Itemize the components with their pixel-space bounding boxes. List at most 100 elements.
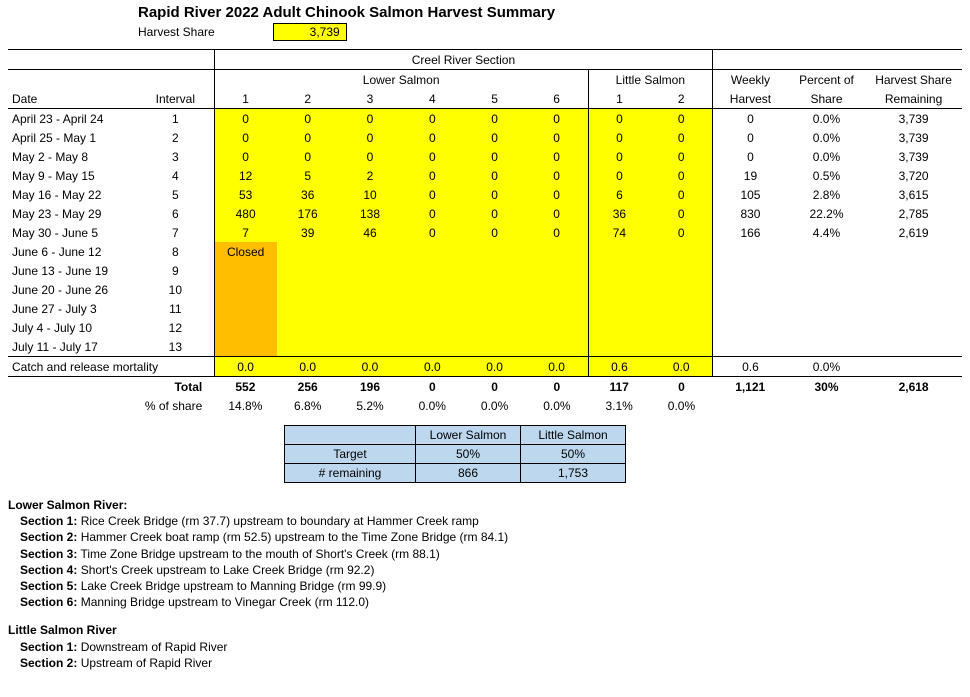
crm-w: 0.6 <box>713 357 788 377</box>
cell-percent: 0.0% <box>788 109 865 129</box>
cell-interval: 10 <box>137 280 214 299</box>
cell-ls3 <box>339 280 401 299</box>
pctshare-ls1: 14.8% <box>214 396 276 415</box>
cell-lt2 <box>650 337 712 357</box>
cell-closed <box>214 280 276 299</box>
total-ls2: 256 <box>277 377 339 397</box>
mini-row1-v2: 50% <box>521 445 626 464</box>
page-title: Rapid River 2022 Adult Chinook Salmon Ha… <box>138 4 555 21</box>
cell-ls3: 10 <box>339 185 401 204</box>
total-ls5: 0 <box>463 377 525 397</box>
cell-closed <box>214 261 276 280</box>
crm-lt1: 0.6 <box>588 357 650 377</box>
cell-ls5: 0 <box>463 109 525 129</box>
pctshare-ls5: 0.0% <box>463 396 525 415</box>
cell-ls2: 5 <box>277 166 339 185</box>
header-ls2: 2 <box>277 89 339 109</box>
lower-salmon-header: Lower Salmon River: <box>8 497 962 513</box>
cell-ls2 <box>277 337 339 357</box>
cell-remaining: 3,739 <box>865 109 962 129</box>
crm-ls5: 0.0 <box>463 357 525 377</box>
cell-ls2: 36 <box>277 185 339 204</box>
total-lt2: 0 <box>650 377 712 397</box>
cell-lt2: 0 <box>650 166 712 185</box>
crm-ls4: 0.0 <box>401 357 463 377</box>
header-remaining: Harvest Share <box>865 70 962 90</box>
section-definition-row: Section 1: Rice Creek Bridge (rm 37.7) u… <box>8 513 962 529</box>
section-definition-row: Section 1: Downstream of Rapid River <box>8 639 962 655</box>
cell-percent: 0.5% <box>788 166 865 185</box>
crm-p: 0.0% <box>788 357 865 377</box>
header-percent: Percent of <box>788 70 865 90</box>
cell-ls3 <box>339 261 401 280</box>
cell-weekly: 19 <box>713 166 788 185</box>
cell-ls4 <box>401 299 463 318</box>
cell-ls4 <box>401 318 463 337</box>
cell-ls2: 176 <box>277 204 339 223</box>
cell-ls2 <box>277 261 339 280</box>
header-lower-salmon: Lower Salmon <box>214 70 588 90</box>
section-definition-row: Section 2: Hammer Creek boat ramp (rm 52… <box>8 529 962 545</box>
header-weekly2: Harvest <box>713 89 788 109</box>
cell-ls6: 0 <box>526 109 588 129</box>
total-label: Total <box>137 377 214 397</box>
mini-row1-label: Target <box>285 445 416 464</box>
table-row: July 4 - July 1012 <box>8 318 962 337</box>
cell-interval: 2 <box>137 128 214 147</box>
cell-percent: 0.0% <box>788 147 865 166</box>
table-row: June 27 - July 311 <box>8 299 962 318</box>
table-row: July 11 - July 1713 <box>8 337 962 357</box>
cell-lt1: 74 <box>588 223 650 242</box>
cell-ls3 <box>339 318 401 337</box>
cell-percent: 0.0% <box>788 128 865 147</box>
header-creel: Creel River Section <box>214 50 712 70</box>
cell-closed <box>214 318 276 337</box>
cell-ls4: 0 <box>401 185 463 204</box>
pctshare-ls2: 6.8% <box>277 396 339 415</box>
cell-ls4: 0 <box>401 204 463 223</box>
cell-lt1: 36 <box>588 204 650 223</box>
cell-lt1: 0 <box>588 166 650 185</box>
cell-interval: 3 <box>137 147 214 166</box>
section-definition-row: Section 2: Upstream of Rapid River <box>8 655 962 671</box>
cell-ls4: 0 <box>401 147 463 166</box>
cell-remaining: 2,785 <box>865 204 962 223</box>
cell-ls4: 0 <box>401 109 463 129</box>
cell-lt1 <box>588 318 650 337</box>
cell-ls4: 0 <box>401 128 463 147</box>
cell-percent: 2.8% <box>788 185 865 204</box>
header-remaining2: Remaining <box>865 89 962 109</box>
cell-ls1: 53 <box>214 185 276 204</box>
cell-ls4 <box>401 242 463 261</box>
cell-ls3: 0 <box>339 147 401 166</box>
cell-lt1 <box>588 299 650 318</box>
cell-date: May 23 - May 29 <box>8 204 137 223</box>
cell-ls3: 0 <box>339 128 401 147</box>
section-definition-row: Section 4: Short's Creek upstream to Lak… <box>8 562 962 578</box>
cell-date: May 30 - June 5 <box>8 223 137 242</box>
cell-lt1 <box>588 337 650 357</box>
cell-remaining: 3,739 <box>865 147 962 166</box>
cell-ls4 <box>401 280 463 299</box>
cell-ls2 <box>277 318 339 337</box>
cell-date: July 4 - July 10 <box>8 318 137 337</box>
cell-ls6: 0 <box>526 204 588 223</box>
cell-date: June 13 - June 19 <box>8 261 137 280</box>
cell-ls3 <box>339 242 401 261</box>
cell-lt1: 0 <box>588 128 650 147</box>
section-definition-row: Section 3: Time Zone Bridge upstream to … <box>8 546 962 562</box>
cell-ls5 <box>463 299 525 318</box>
harvest-table: Creel River Section Lower Salmon Little … <box>8 49 962 415</box>
crm-label: Catch and release mortality <box>8 357 214 377</box>
cell-ls5 <box>463 242 525 261</box>
cell-lt1: 0 <box>588 147 650 166</box>
section-definition-row: Section 6: Manning Bridge upstream to Vi… <box>8 594 962 610</box>
little-salmon-header: Little Salmon River <box>8 622 962 638</box>
header-lt2: 2 <box>650 89 712 109</box>
mini-row1-v1: 50% <box>416 445 521 464</box>
cell-ls6 <box>526 299 588 318</box>
cell-weekly: 0 <box>713 109 788 129</box>
cell-ls6 <box>526 337 588 357</box>
cell-date: June 27 - July 3 <box>8 299 137 318</box>
cell-date: April 25 - May 1 <box>8 128 137 147</box>
